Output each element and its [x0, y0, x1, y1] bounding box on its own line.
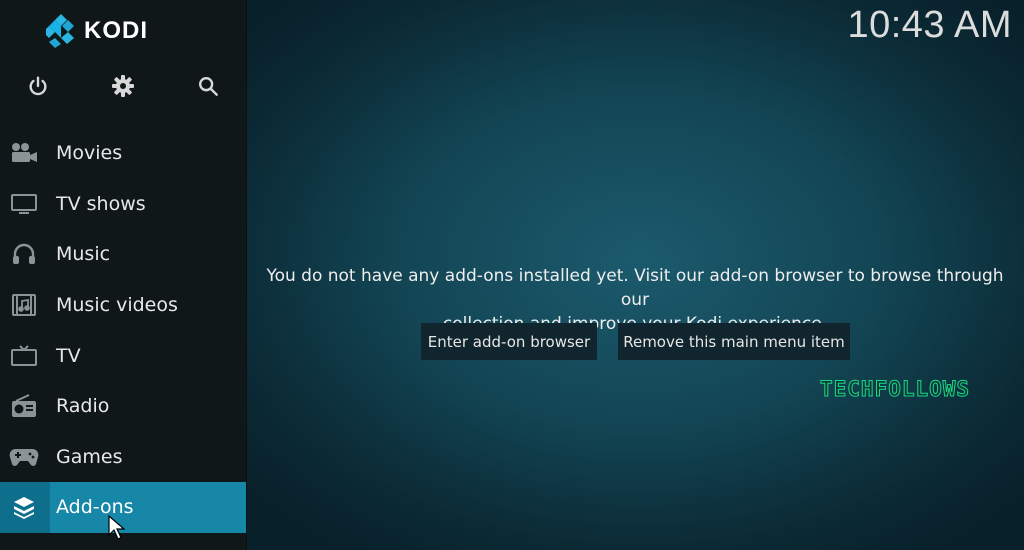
main-menu: Movies TV shows Music Music videos TV Ra… [0, 128, 246, 533]
kodi-logo-icon [46, 14, 74, 48]
gamepad-icon [8, 443, 40, 471]
music-videos-icon [8, 291, 40, 319]
power-icon [29, 76, 47, 96]
radio-icon [8, 392, 40, 420]
menu-label: Radio [56, 395, 110, 418]
techfollows-watermark: TECHFOLLOWS [819, 377, 971, 402]
menu-item-tv-shows[interactable]: TV shows [0, 179, 246, 230]
menu-item-radio[interactable]: Radio [0, 381, 246, 432]
tv-icon [8, 342, 40, 370]
menu-label: Music [56, 243, 111, 266]
menu-item-tv[interactable]: TV [0, 330, 246, 381]
menu-label: TV [56, 344, 81, 367]
tv-shows-icon [8, 190, 40, 218]
mouse-cursor-icon [108, 515, 126, 540]
settings-button[interactable] [103, 66, 143, 106]
menu-label: Games [56, 445, 123, 468]
clock: 10:43 AM [847, 4, 1012, 46]
menu-item-games[interactable]: Games [0, 432, 246, 483]
enter-addon-browser-button[interactable]: Enter add-on browser [421, 323, 597, 360]
remove-menu-item-button[interactable]: Remove this main menu item [618, 323, 850, 360]
search-button[interactable] [188, 66, 228, 106]
headphones-icon [8, 240, 40, 268]
kodi-logo[interactable]: KODI [46, 14, 148, 48]
menu-label: Music videos [56, 294, 178, 317]
power-button[interactable] [18, 66, 58, 106]
search-icon [199, 77, 218, 96]
top-icon-bar [0, 66, 246, 106]
addons-icon [8, 493, 40, 521]
menu-item-music-videos[interactable]: Music videos [0, 280, 246, 331]
movies-icon [8, 139, 40, 167]
settings-icon [112, 75, 134, 97]
menu-label: TV shows [56, 192, 146, 215]
menu-label: Add-ons [56, 496, 134, 519]
sidebar: KODI Movies TV shows Music Music videos … [0, 0, 247, 550]
menu-item-movies[interactable]: Movies [0, 128, 246, 179]
message-line-1: You do not have any add-ons installed ye… [266, 266, 1004, 310]
kodi-logo-text: KODI [84, 17, 148, 44]
kodi-window: KODI Movies TV shows Music Music videos … [0, 0, 1024, 550]
menu-item-music[interactable]: Music [0, 229, 246, 280]
menu-label: Movies [56, 142, 123, 165]
